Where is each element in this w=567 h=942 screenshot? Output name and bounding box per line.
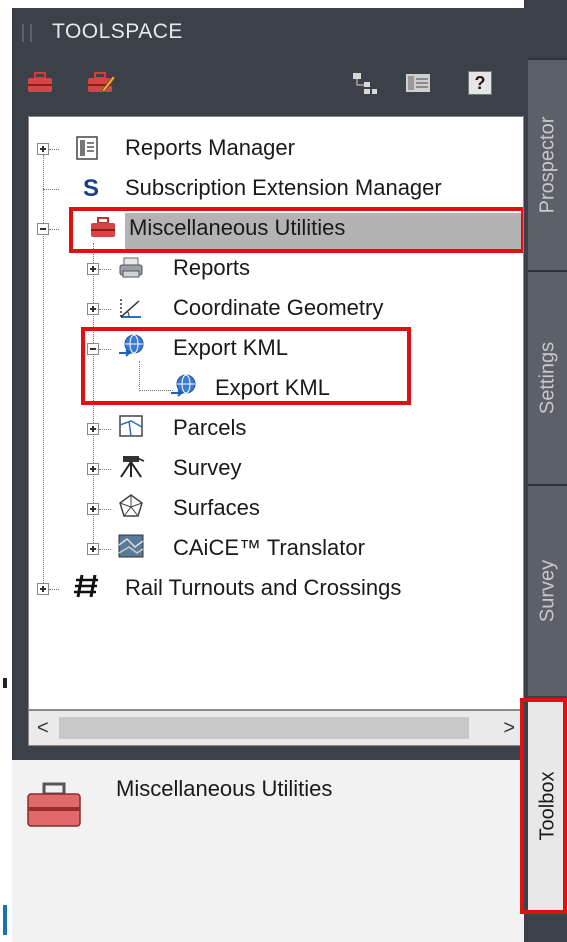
- tree-connector: [49, 589, 59, 590]
- tab-label: Prospector: [536, 116, 558, 214]
- tree-item-reports-manager[interactable]: Reports Manager: [125, 131, 295, 165]
- collapse-toggle[interactable]: [37, 223, 49, 235]
- highlight-box: [520, 698, 567, 914]
- highlight-box: [81, 327, 411, 405]
- toolbox-editor-button[interactable]: [86, 70, 116, 96]
- scroll-thumb[interactable]: [59, 717, 469, 739]
- tree-item-surfaces[interactable]: Surfaces: [173, 491, 260, 525]
- tree-connector: [99, 509, 111, 510]
- expand-toggle[interactable]: [37, 143, 49, 155]
- tree-item-caice-translator[interactable]: CAiCE™ Translator: [173, 531, 365, 565]
- help-icon: ?: [468, 71, 492, 95]
- tree-view-button[interactable]: [350, 70, 378, 96]
- reports-manager-icon: [76, 136, 98, 160]
- tree-item-label: Coordinate Geometry: [173, 295, 384, 320]
- toolspace-panel: TOOLSPACE ? Reports Manager S Subscripti…: [12, 8, 524, 942]
- toolbox-icon: [28, 72, 52, 92]
- tree-item-label: Parcels: [173, 415, 247, 440]
- tree-item-subscription-extension-manager[interactable]: Subscription Extension Manager: [125, 171, 442, 205]
- edge-accent: [3, 905, 7, 935]
- toolbox-edit-icon: [88, 72, 116, 93]
- toolbar: ?: [12, 56, 524, 112]
- tree-item-rail-turnouts-and-crossings[interactable]: Rail Turnouts and Crossings: [125, 571, 401, 605]
- tree-connector: [99, 269, 111, 270]
- survey-tripod-icon: [120, 456, 145, 478]
- tree-connector: [43, 189, 59, 190]
- highlight-box: [69, 207, 523, 253]
- expand-toggle[interactable]: [87, 263, 99, 275]
- tree-view-icon: [353, 73, 377, 94]
- tab-label: Survey: [536, 559, 558, 623]
- vertical-tab-strip: Prospector Settings Survey Toolbox: [520, 0, 567, 942]
- panel-title: TOOLSPACE: [52, 20, 183, 43]
- help-button[interactable]: ?: [466, 70, 496, 96]
- toolbox-icon-button[interactable]: [26, 70, 54, 96]
- scroll-left-arrow[interactable]: <: [37, 717, 49, 740]
- expand-toggle[interactable]: [37, 583, 49, 595]
- caice-translator-icon: [118, 534, 144, 558]
- surfaces-icon: [119, 494, 143, 517]
- tree-item-survey[interactable]: Survey: [173, 451, 241, 485]
- tree-item-label: Subscription Extension Manager: [125, 175, 442, 200]
- tree-item-label: Reports: [173, 255, 251, 280]
- tree-item-coordinate-geometry[interactable]: Coordinate Geometry: [173, 291, 383, 325]
- expand-toggle[interactable]: [87, 543, 99, 555]
- expand-toggle[interactable]: [87, 503, 99, 515]
- grip-handle-icon[interactable]: [22, 24, 32, 42]
- title-bar[interactable]: TOOLSPACE: [12, 8, 524, 56]
- tree-connector: [99, 309, 111, 310]
- expand-toggle[interactable]: [87, 463, 99, 475]
- horizontal-scrollbar[interactable]: < >: [28, 710, 524, 746]
- expand-toggle[interactable]: [87, 423, 99, 435]
- tab-settings[interactable]: Settings: [528, 270, 567, 484]
- tree-item-label: Survey: [173, 455, 242, 480]
- left-edge: [0, 0, 12, 942]
- tree-item-parcels[interactable]: Parcels: [173, 411, 246, 445]
- tree-item-label: CAiCE™ Translator: [173, 535, 365, 560]
- list-view-button[interactable]: [404, 70, 432, 96]
- tree-connector: [99, 429, 111, 430]
- tab-survey[interactable]: Survey: [528, 484, 567, 696]
- expand-toggle[interactable]: [87, 303, 99, 315]
- tree-connector: [49, 229, 59, 230]
- tree-item-label: Rail Turnouts and Crossings: [125, 575, 402, 600]
- rail-track-icon: [74, 574, 98, 598]
- reports-printer-icon: [119, 257, 143, 278]
- toolspace-window: TOOLSPACE ? Reports Manager S Subscripti…: [0, 0, 567, 942]
- tab-label: Settings: [536, 341, 558, 415]
- parcels-icon: [119, 415, 143, 437]
- coordinate-geometry-icon: [120, 299, 141, 318]
- toolbox-large-icon: [27, 782, 81, 827]
- tree-item-reports[interactable]: Reports: [173, 251, 250, 285]
- tree-connector: [43, 155, 44, 583]
- subscription-s-icon: S: [82, 175, 99, 202]
- list-view-icon: [406, 74, 430, 92]
- tree-connector: [99, 549, 111, 550]
- detail-label: Miscellaneous Utilities: [116, 776, 333, 801]
- detail-pane: Miscellaneous Utilities: [12, 760, 524, 942]
- tree-item-label: Surfaces: [173, 495, 260, 520]
- tab-prospector[interactable]: Prospector: [528, 58, 567, 270]
- tree-item-label: Reports Manager: [125, 135, 295, 160]
- panel-splitter[interactable]: [12, 746, 524, 760]
- toolbox-tree[interactable]: Reports Manager S Subscription Extension…: [28, 116, 524, 710]
- tree-connector: [99, 469, 111, 470]
- edge-marker: [3, 678, 7, 688]
- tree-connector: [49, 149, 59, 150]
- scroll-right-arrow[interactable]: >: [503, 717, 515, 740]
